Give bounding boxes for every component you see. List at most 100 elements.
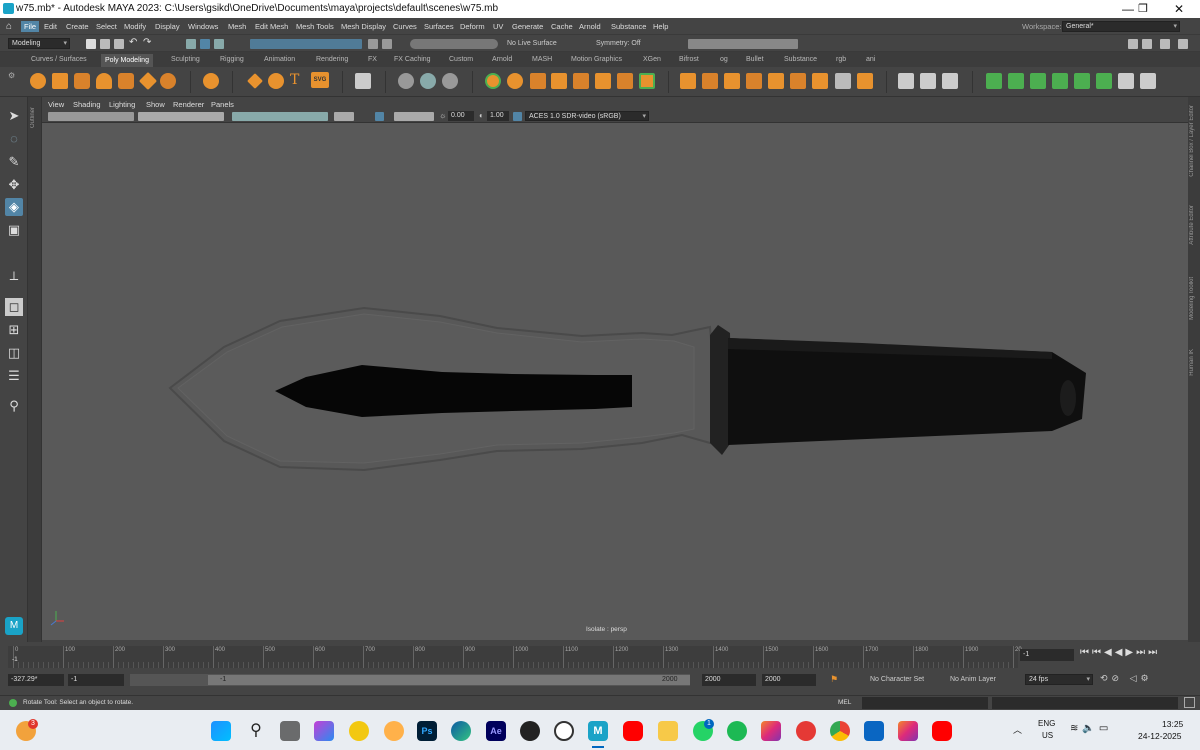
- time-slider[interactable]: 0 100 200 300 400 500 600 700 800 900 1000 1100 1200…: [0, 642, 1200, 670]
- viewport-menu-show[interactable]: Show: [146, 100, 165, 109]
- substance-icon[interactable]: [796, 721, 816, 741]
- clock-time[interactable]: 13:25: [1162, 719, 1183, 729]
- menu-arnold[interactable]: Arnold: [579, 22, 601, 31]
- color-management-icon[interactable]: [513, 112, 522, 121]
- poly-disc-icon[interactable]: [160, 73, 176, 89]
- boolean-union-icon[interactable]: [485, 73, 501, 89]
- modeling-toolkit-tab[interactable]: Modeling Toolkit: [1189, 277, 1195, 320]
- viewport-menu-lighting[interactable]: Lighting: [109, 100, 135, 109]
- maya-taskbar-icon[interactable]: M: [588, 721, 608, 741]
- instagram-icon[interactable]: [761, 721, 781, 741]
- snap-icons[interactable]: [410, 39, 498, 49]
- sculpt-icon[interactable]: [898, 73, 914, 89]
- viewport-menu-renderer[interactable]: Renderer: [173, 100, 204, 109]
- move-tool-icon[interactable]: ✥: [5, 176, 23, 194]
- gamma-field[interactable]: 1.00: [487, 111, 509, 121]
- menu-cache[interactable]: Cache: [551, 22, 573, 31]
- shelf-tab-sculpting[interactable]: Sculpting: [171, 56, 200, 63]
- chrome-icon[interactable]: [830, 721, 850, 741]
- playback-end-field[interactable]: 2000: [762, 674, 816, 686]
- knife-model[interactable]: [42, 123, 1188, 640]
- copilot-icon[interactable]: [314, 721, 334, 741]
- single-pane-layout-icon[interactable]: ◻: [5, 298, 23, 316]
- time-value-field[interactable]: -327.29*: [8, 674, 64, 686]
- viewport-menu-view[interactable]: View: [48, 100, 64, 109]
- menu-help[interactable]: Help: [653, 22, 668, 31]
- green-shelf-tool-2-icon[interactable]: [1008, 73, 1024, 89]
- isolate-select-icon[interactable]: [375, 112, 384, 121]
- lock-icon[interactable]: [368, 39, 378, 49]
- selection-mask-icons[interactable]: [250, 39, 362, 49]
- shelf-tab-rendering[interactable]: Rendering: [316, 56, 348, 63]
- shelf-tab-mash[interactable]: MASH: [532, 56, 552, 63]
- bridge-icon[interactable]: [551, 73, 567, 89]
- instagram-2-icon[interactable]: [898, 721, 918, 741]
- bevel-icon[interactable]: [595, 73, 611, 89]
- gamma-icon[interactable]: ◐: [479, 111, 484, 120]
- green-shelf-tool-6-icon[interactable]: [1096, 73, 1112, 89]
- menu-mesh[interactable]: Mesh: [228, 22, 246, 31]
- menu-generate[interactable]: Generate: [512, 22, 543, 31]
- colorspace-dropdown[interactable]: ACES 1.0 SDR-video (sRGB): [525, 111, 649, 121]
- menu-surfaces[interactable]: Surfaces: [424, 22, 454, 31]
- paint-select-tool-icon[interactable]: ✎: [5, 153, 23, 171]
- menu-curves[interactable]: Curves: [393, 22, 417, 31]
- highlight-icon[interactable]: [382, 39, 392, 49]
- sweep-mesh-icon[interactable]: [268, 73, 284, 89]
- separate-icon[interactable]: [420, 73, 436, 89]
- green-shelf-tool-1-icon[interactable]: [986, 73, 1002, 89]
- exposure-field[interactable]: 0.00: [448, 111, 474, 121]
- type-tool-icon[interactable]: T: [290, 72, 299, 88]
- rotate-tool-icon[interactable]: ◈: [5, 198, 23, 216]
- platonic-solid-icon[interactable]: [203, 73, 219, 89]
- menu-create[interactable]: Create: [66, 22, 89, 31]
- shelf-tab-poly-modeling[interactable]: Poly Modeling: [101, 54, 153, 67]
- channel-box-icon[interactable]: [1142, 39, 1152, 49]
- tool-settings-icon[interactable]: [1178, 39, 1188, 49]
- multi-cut-icon[interactable]: [680, 73, 696, 89]
- auto-key-icon[interactable]: ⚑: [830, 674, 838, 685]
- task-view-icon[interactable]: [280, 721, 300, 741]
- davinci-icon[interactable]: [554, 721, 574, 741]
- menu-deform[interactable]: Deform: [460, 22, 485, 31]
- undo-icon[interactable]: ↶: [129, 37, 137, 48]
- redo-icon[interactable]: ↷: [143, 37, 151, 48]
- collapse-icon[interactable]: [857, 73, 873, 89]
- shelf-settings-icon[interactable]: ⚙: [8, 71, 15, 80]
- attribute-editor-icon[interactable]: [1160, 39, 1170, 49]
- two-pane-layout-icon[interactable]: ◫: [5, 344, 23, 362]
- playback-options-icons[interactable]: ⟲⊘ ◁⚙: [1100, 673, 1153, 684]
- capcut-icon[interactable]: [520, 721, 540, 741]
- select-component-icon[interactable]: [214, 39, 224, 49]
- workspace-dropdown[interactable]: General*: [1062, 21, 1180, 32]
- select-object-icon[interactable]: [200, 39, 210, 49]
- scissor-tool-icon[interactable]: [1140, 73, 1156, 89]
- resolution-gate-icons[interactable]: [394, 112, 434, 121]
- modeling-toolkit-icon[interactable]: [1128, 39, 1138, 49]
- character-set-label[interactable]: No Character Set: [870, 676, 924, 683]
- youtube-icon[interactable]: [623, 721, 643, 741]
- append-icon[interactable]: [617, 73, 633, 89]
- search-icon[interactable]: ⚲: [5, 397, 23, 415]
- save-scene-icon[interactable]: [114, 39, 124, 49]
- green-shelf-tool-4-icon[interactable]: [1052, 73, 1068, 89]
- four-pane-layout-icon[interactable]: ⊞: [5, 321, 23, 339]
- scale-tool-icon[interactable]: ▣: [5, 221, 23, 239]
- viewport-menu-panels[interactable]: Panels: [211, 100, 234, 109]
- xray-icons[interactable]: [334, 112, 354, 121]
- home-icon[interactable]: ⌂: [6, 21, 12, 32]
- menu-windows[interactable]: Windows: [188, 22, 218, 31]
- norton-icon[interactable]: [349, 721, 369, 741]
- current-frame-field[interactable]: -1: [1020, 649, 1074, 661]
- outliner-strip[interactable]: Outliner: [28, 97, 42, 642]
- mirror-icon[interactable]: [530, 73, 546, 89]
- quad-draw-icon[interactable]: [746, 73, 762, 89]
- grid-display-icons[interactable]: [138, 112, 224, 121]
- playback-controls[interactable]: ⏮⏮◀◀▶⏭⏭: [1080, 647, 1160, 658]
- extrude-icon[interactable]: [573, 73, 589, 89]
- menu-select[interactable]: Select: [96, 22, 117, 31]
- file-explorer-icon[interactable]: [658, 721, 678, 741]
- poly-cylinder-icon[interactable]: [74, 73, 90, 89]
- poly-cube-icon[interactable]: [52, 73, 68, 89]
- shelf-tab-fx-caching[interactable]: FX Caching: [394, 56, 431, 63]
